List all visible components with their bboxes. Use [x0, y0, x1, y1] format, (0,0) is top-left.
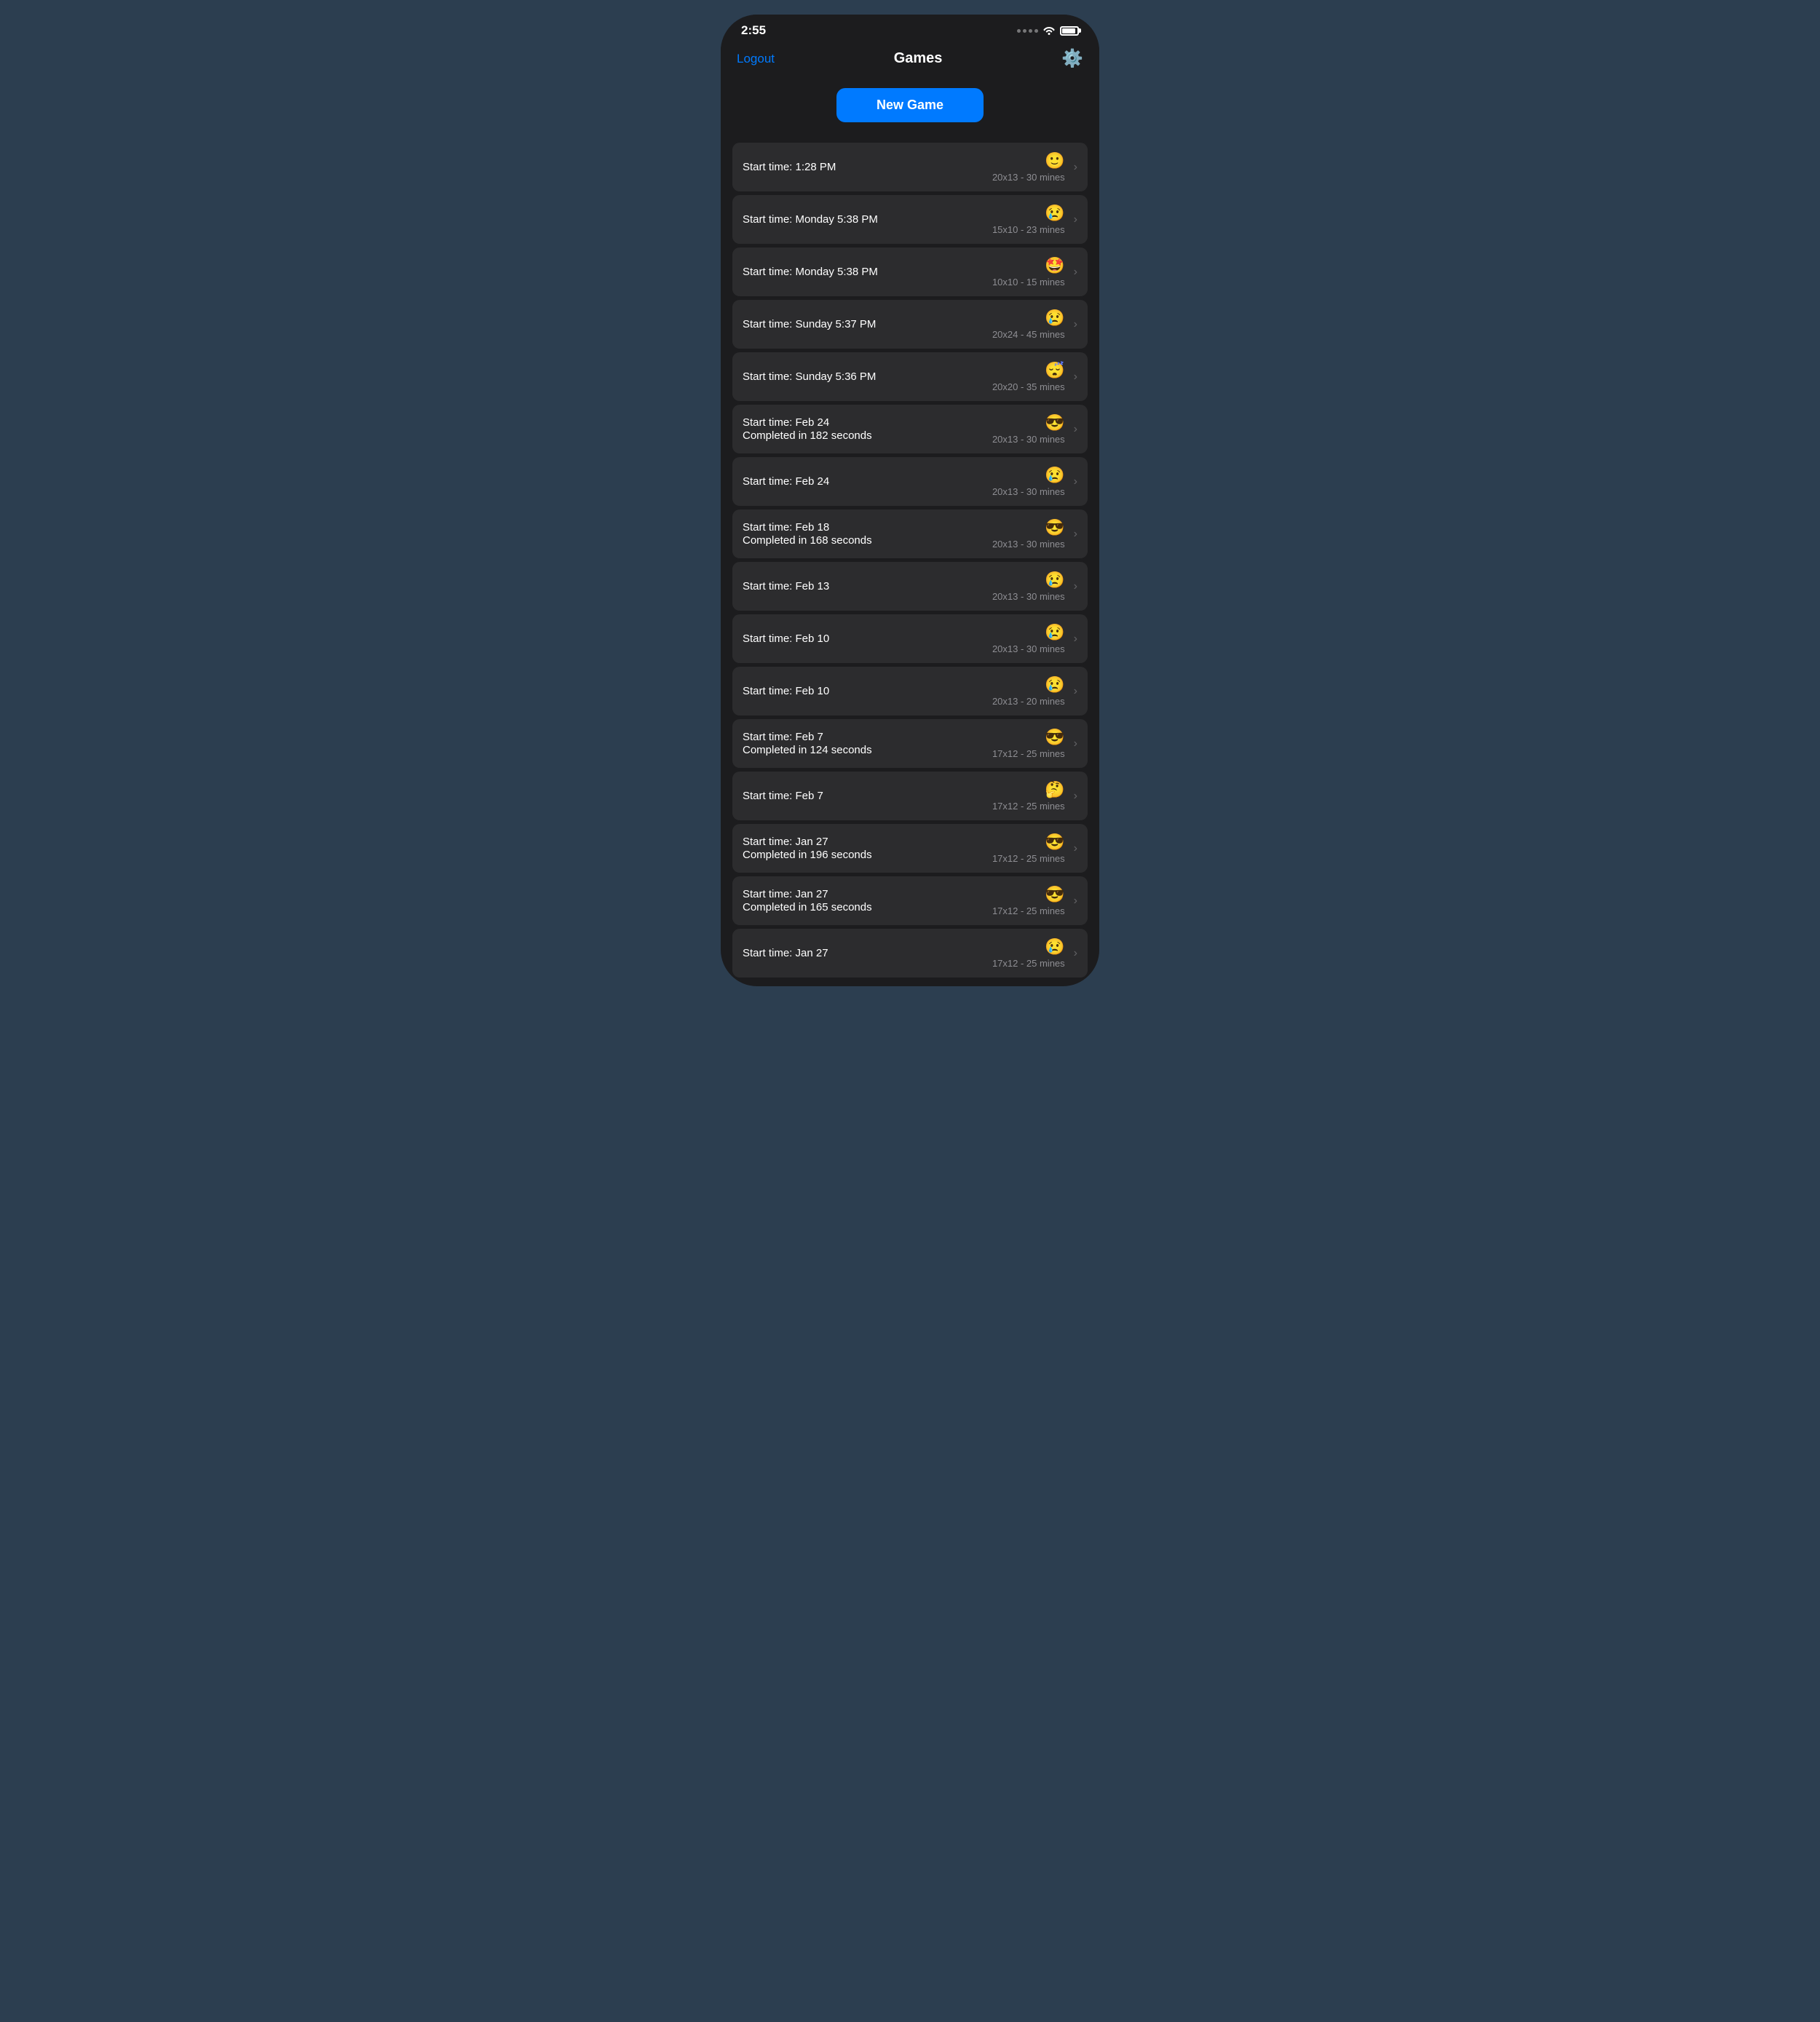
chevron-right-icon: › [1074, 790, 1077, 803]
logout-button[interactable]: Logout [737, 52, 775, 66]
chevron-right-icon: › [1074, 895, 1077, 908]
game-emoji: 😢 [1045, 571, 1064, 590]
game-start-time: Start time: Feb 7 [743, 790, 992, 802]
game-grid-info: 17x12 - 25 mines [992, 853, 1065, 864]
game-grid-info: 20x13 - 30 mines [992, 643, 1065, 654]
game-start-time: Start time: 1:28 PM [743, 161, 992, 173]
game-start-time: Start time: Feb 10 [743, 685, 992, 697]
game-completed-text: Completed in 124 seconds [743, 744, 992, 756]
game-grid-info: 17x12 - 25 mines [992, 905, 1065, 916]
new-game-button[interactable]: New Game [836, 88, 984, 122]
list-item[interactable]: Start time: Feb 10 😢 20x13 - 20 mines › [732, 667, 1088, 715]
game-grid-info: 20x13 - 20 mines [992, 696, 1065, 707]
chevron-right-icon: › [1074, 318, 1077, 331]
chevron-right-icon: › [1074, 842, 1077, 855]
gear-icon[interactable]: ⚙️ [1061, 48, 1083, 69]
game-start-time: Start time: Monday 5:38 PM [743, 266, 992, 278]
chevron-right-icon: › [1074, 213, 1077, 226]
chevron-right-icon: › [1074, 161, 1077, 174]
game-emoji: 🤩 [1045, 256, 1064, 275]
game-emoji: 😢 [1045, 937, 1064, 956]
signal-dots [1017, 29, 1038, 33]
list-item[interactable]: Start time: Feb 24 😢20x13 - 30 mines › [732, 457, 1088, 506]
game-grid-info: 17x12 - 25 mines [992, 958, 1065, 969]
chevron-right-icon: › [1074, 633, 1077, 646]
game-grid-info: 20x20 - 35 mines [992, 381, 1065, 392]
game-emoji: 😢 [1045, 204, 1064, 223]
list-item[interactable]: Start time: Monday 5:38 PM 🤩 10x10 - 15 mi… [732, 247, 1088, 296]
game-grid-info: 20x13 - 30 mines [992, 486, 1065, 497]
game-start-time: Start time: Jan 27 [743, 888, 992, 900]
list-item[interactable]: Start time: Jan 27Completed in 165 secon… [732, 876, 1088, 925]
list-item[interactable]: Start time: Feb 24Completed in 182 secon… [732, 405, 1088, 453]
game-emoji: 😢 [1045, 623, 1064, 642]
new-game-container: New Game [721, 78, 1099, 137]
list-item[interactable]: Start time: Jan 27 😢 17x12 - 25 mines › [732, 929, 1088, 978]
list-item[interactable]: Start time: Feb 13 😢20x13 - 30 mines › [732, 562, 1088, 611]
chevron-right-icon: › [1074, 685, 1077, 698]
chevron-right-icon: › [1074, 947, 1077, 960]
list-item[interactable]: Start time: Sunday 5:37 PM 😢20x24 - 45 mi… [732, 300, 1088, 349]
status-bar: 2:55 [721, 15, 1099, 42]
game-emoji: 😴 [1045, 361, 1064, 380]
chevron-right-icon: › [1074, 580, 1077, 593]
page-title: Games [894, 50, 943, 67]
game-list: Start time: 1:28 PM🙂20x13 - 30 mines›Sta… [721, 137, 1099, 986]
game-start-time: Start time: Sunday 5:37 PM [743, 318, 992, 330]
game-completed-text: Completed in 196 seconds [743, 849, 992, 861]
game-grid-info: 20x13 - 30 mines [992, 539, 1065, 550]
chevron-right-icon: › [1074, 370, 1077, 384]
game-emoji: 😎 [1045, 833, 1064, 852]
list-item[interactable]: Start time: Monday 5:38 PM 😢15x10 - 23 mi… [732, 195, 1088, 244]
chevron-right-icon: › [1074, 475, 1077, 488]
battery-icon [1060, 26, 1079, 36]
list-item[interactable]: Start time: Feb 7Completed in 124 second… [732, 719, 1088, 768]
status-time: 2:55 [741, 23, 766, 38]
game-grid-info: 20x13 - 30 mines [992, 434, 1065, 445]
game-start-time: Start time: Feb 10 [743, 633, 992, 645]
game-grid-info: 17x12 - 25 mines [992, 801, 1065, 812]
phone-frame: 2:55 Logout Games ⚙️ New Game [721, 15, 1099, 986]
list-item[interactable]: Start time: Feb 18Completed in 168 secon… [732, 510, 1088, 558]
wifi-icon [1042, 25, 1056, 37]
chevron-right-icon: › [1074, 737, 1077, 750]
list-item[interactable]: Start time: Jan 27Completed in 196 secon… [732, 824, 1088, 873]
game-grid-info: 20x24 - 45 mines [992, 329, 1065, 340]
game-emoji: 🤔 [1045, 780, 1064, 799]
game-start-time: Start time: Feb 18 [743, 521, 992, 534]
game-grid-info: 20x13 - 30 mines [992, 591, 1065, 602]
nav-bar: Logout Games ⚙️ [721, 42, 1099, 78]
game-emoji: 😢 [1045, 675, 1064, 694]
game-emoji: 😎 [1045, 885, 1064, 904]
game-grid-info: 17x12 - 25 mines [992, 748, 1065, 759]
game-start-time: Start time: Feb 7 [743, 731, 992, 743]
game-emoji: 😢 [1045, 309, 1064, 328]
status-icons [1017, 25, 1079, 37]
game-completed-text: Completed in 165 seconds [743, 901, 992, 913]
list-item[interactable]: Start time: Sunday 5:36 PM 😴20x20 - 35 mi… [732, 352, 1088, 401]
game-start-time: Start time: Jan 27 [743, 947, 992, 959]
game-start-time: Start time: Sunday 5:36 PM [743, 370, 992, 383]
list-item[interactable]: Start time: Feb 7 🤔 17x12 - 25 mines › [732, 772, 1088, 820]
game-start-time: Start time: Feb 13 [743, 580, 992, 592]
game-start-time: Start time: Monday 5:38 PM [743, 213, 992, 226]
game-completed-text: Completed in 182 seconds [743, 429, 992, 442]
game-emoji: 🙂 [1045, 151, 1064, 170]
game-emoji: 😎 [1045, 518, 1064, 537]
list-item[interactable]: Start time: 1:28 PM 🙂 20x13 - 30 mines › [732, 143, 1088, 191]
chevron-right-icon: › [1074, 528, 1077, 541]
game-start-time: Start time: Feb 24 [743, 416, 992, 429]
game-start-time: Start time: Feb 24 [743, 475, 992, 488]
game-emoji: 😎 [1045, 413, 1064, 432]
game-grid-info: 15x10 - 23 mines [992, 224, 1065, 235]
game-grid-info: 20x13 - 30 mines [992, 172, 1065, 183]
game-completed-text: Completed in 168 seconds [743, 534, 992, 547]
list-item[interactable]: Start time: Feb 10 😢20x13 - 30 mines › [732, 614, 1088, 663]
chevron-right-icon: › [1074, 423, 1077, 436]
game-grid-info: 10x10 - 15 mines [992, 277, 1065, 288]
game-start-time: Start time: Jan 27 [743, 836, 992, 848]
game-emoji: 😎 [1045, 728, 1064, 747]
chevron-right-icon: › [1074, 266, 1077, 279]
game-emoji: 😢 [1045, 466, 1064, 485]
